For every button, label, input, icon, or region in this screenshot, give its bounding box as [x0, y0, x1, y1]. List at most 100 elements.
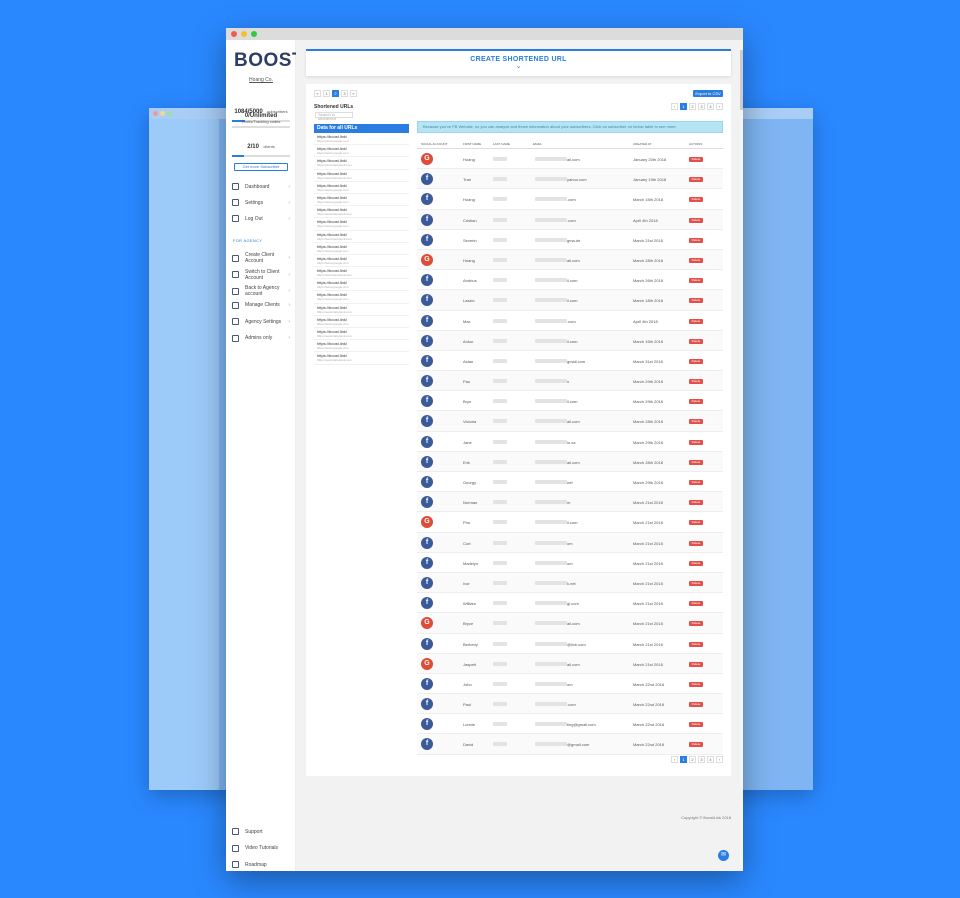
table-row[interactable]: f Madelyn om March 21st 2018 Delete — [417, 552, 723, 573]
nav-item-support[interactable]: Support — [232, 828, 292, 835]
url-list-item[interactable]: https://boost.link/https://www.facebook.… — [314, 352, 409, 365]
url-list-item[interactable]: https://boost.link/https://www.facebook.… — [314, 267, 409, 280]
url-list-item[interactable]: https://boost.link/https://www.google.co… — [314, 243, 409, 255]
url-list-item[interactable]: https://boost.link/https://www.facebook.… — [314, 157, 409, 170]
delete-button[interactable]: Delete — [689, 560, 703, 566]
close-dot[interactable] — [231, 31, 237, 37]
table-row[interactable]: f Pau n March 29th 2018 Delete — [417, 371, 723, 392]
nav-item-admins-only[interactable]: Admins only › — [232, 334, 292, 342]
delete-button[interactable]: Delete — [689, 661, 703, 667]
nav-item-back-to-agency-account[interactable]: Back to Agency account › — [232, 285, 292, 297]
page-1-button[interactable]: 1 — [680, 103, 687, 110]
nav-item-video-tutorials[interactable]: Video Tutorials — [232, 844, 292, 852]
url-list-item[interactable]: https://boost.link/https://www.facebook.… — [314, 304, 409, 316]
nav-item-agency-settings[interactable]: Agency Settings › — [232, 318, 292, 325]
table-row[interactable]: f Lonnie ting@gmail.com March 22nd 2018 Dele… — [417, 714, 723, 735]
delete-button[interactable]: Delete — [689, 722, 703, 728]
url-list-item[interactable]: https://boost.link/https://www.facebook.… — [314, 206, 409, 219]
url-list-item[interactable]: https://boost.link/https://www.facebook.… — [314, 170, 409, 182]
delete-button[interactable]: Delete — [689, 681, 703, 687]
table-row[interactable]: G Jaspett ail.com March 21st 2018 Delete — [417, 653, 723, 674]
delete-button[interactable]: Delete — [689, 580, 703, 586]
data-for-all-urls[interactable]: Data for all URLs — [314, 124, 409, 133]
delete-button[interactable]: Delete — [689, 641, 703, 647]
table-row[interactable]: f Norman m March 21st 2018 Delete — [417, 492, 723, 513]
url-list-item[interactable]: https://boost.link/https://www.facebook.… — [314, 328, 409, 341]
minimize-dot[interactable] — [241, 31, 247, 37]
table-row[interactable]: f Cristian .com April 4th 2018 Delete — [417, 209, 723, 230]
table-row[interactable]: f Erik ail.com March 28th 2018 Delete — [417, 451, 723, 472]
table-row[interactable]: f Severin gma.de March 21st 2018 Delete — [417, 229, 723, 250]
delete-button[interactable]: Delete — [689, 742, 703, 748]
table-row[interactable]: G Hoang ail.com March 28th 2018 Delete — [417, 249, 723, 271]
nav-item-create-client-account[interactable]: Create Client Account › — [232, 252, 292, 264]
page-next-button[interactable]: › — [716, 756, 723, 763]
export-to-csv-button[interactable]: Export to CSV — [693, 90, 723, 97]
table-row[interactable]: G Phu il.com March 21st 2018 Delete — [417, 512, 723, 533]
url-list-item[interactable]: https://boost.link/https://www.google.co… — [314, 194, 409, 207]
url-list-item[interactable]: https://boost.link/https://www.google.co… — [314, 316, 409, 328]
delete-button[interactable]: Delete — [689, 540, 703, 546]
nav-item-switch-to-client-account[interactable]: Switch to Client Account › — [232, 269, 292, 281]
delete-button[interactable]: Delete — [689, 480, 703, 485]
table-row[interactable]: f Victoria ail.com March 28th 2018 Delete — [417, 411, 723, 432]
scrollbar[interactable] — [740, 40, 743, 871]
nav-item-settings[interactable]: Settings › — [232, 199, 292, 206]
table-row[interactable]: f Curt om March 21st 2018 Delete — [417, 532, 723, 553]
table-row[interactable]: f Hoang .com March 15th 2018 Delete — [417, 189, 723, 210]
delete-button[interactable]: Delete — [689, 459, 703, 465]
page-3-button[interactable]: 3 — [698, 756, 705, 763]
delete-button[interactable]: Delete — [689, 520, 703, 526]
table-row[interactable]: G Hoang ail.com January 20th 2018 Delete — [417, 149, 723, 170]
page-prev-button[interactable]: ‹ — [671, 756, 678, 763]
url-list-item[interactable]: https://boost.link/https://www.google.co… — [314, 145, 409, 158]
delete-button[interactable]: Delete — [689, 358, 703, 364]
url-list-item[interactable]: https://boost.link/https://www.google.co… — [314, 340, 409, 353]
table-row[interactable]: f Georgy net March 29th 2018 Delete — [417, 472, 723, 493]
delete-button[interactable]: Delete — [689, 257, 703, 263]
messenger-icon[interactable]: ✉ — [718, 850, 729, 861]
get-more-subscriber-button[interactable]: Get more Subscriber — [234, 163, 288, 171]
table-row[interactable]: f Paul .com March 22nd 2018 Delete — [417, 694, 723, 715]
table-row[interactable]: f Ivor k.net March 21st 2018 Delete — [417, 572, 723, 594]
delete-button[interactable]: Delete — [689, 338, 703, 344]
url-list-item[interactable]: https://boost.link/https://www.google.co… — [314, 279, 409, 292]
table-row[interactable]: f Laszlo il.com March 18th 2018 Delete — [417, 290, 723, 311]
page-4-button[interactable]: 4 — [707, 756, 714, 763]
url-list-item[interactable]: https://boost.link/https://www.google.co… — [314, 218, 409, 231]
nav-item-dashboard[interactable]: Dashboard › — [232, 183, 292, 190]
table-row[interactable]: f Andrius il.com March 26th 2018 Delete — [417, 270, 723, 291]
company-name[interactable]: Hoang Co. — [226, 77, 296, 83]
table-row[interactable]: f Aidan gmail.com March 31st 2018 Delete — [417, 350, 723, 372]
nav-item-manage-clients[interactable]: Manage Clients › — [232, 301, 292, 309]
delete-button[interactable]: Delete — [689, 177, 703, 183]
table-row[interactable]: f William gl.com March 21st 2018 Delete — [417, 593, 723, 614]
page-2-button[interactable]: 2 — [689, 756, 696, 763]
delete-button[interactable]: Delete — [689, 419, 703, 425]
table-row[interactable]: f Jane io.ca March 29th 2018 Delete — [417, 431, 723, 452]
table-row[interactable]: f Ankur il.com March 16th 2018 Delete — [417, 330, 723, 351]
delete-button[interactable]: Delete — [689, 157, 703, 162]
url-list-item[interactable]: https://boost.link/https://www.google.co… — [314, 291, 409, 304]
delete-button[interactable]: Delete — [689, 601, 703, 607]
table-row[interactable]: f Tran yahoo.com January 19th 2018 Delete — [417, 169, 723, 190]
delete-button[interactable]: Delete — [689, 197, 703, 203]
delete-button[interactable]: Delete — [689, 399, 703, 405]
page-prev-button[interactable]: ‹ — [671, 103, 678, 110]
nav-item-roadmap[interactable]: Roadmap — [232, 861, 292, 868]
chevron-down-icon[interactable]: ⌄ — [306, 63, 731, 70]
delete-button[interactable]: Delete — [689, 621, 703, 627]
url-list-item[interactable]: https://boost.link/https://www.google.co… — [314, 182, 409, 194]
delete-button[interactable]: Delete — [689, 217, 703, 223]
table-row[interactable]: G Bryce ail.com March 21st 2018 Delete — [417, 613, 723, 634]
page-1-button[interactable]: 1 — [680, 756, 687, 763]
scrollbar-thumb[interactable] — [740, 50, 743, 110]
delete-button[interactable]: Delete — [689, 500, 703, 506]
page-2-button[interactable]: 2 — [689, 103, 696, 110]
url-search-input[interactable]: Search in shortened — [315, 112, 353, 121]
table-row[interactable]: f Bryn il.com March 29th 2018 Delete — [417, 391, 723, 412]
page-prev-button[interactable]: « — [314, 90, 321, 97]
table-row[interactable]: f Max .com April 4th 2018 Delete — [417, 310, 723, 331]
url-list-item[interactable]: https://boost.link/https://www.facebook.… — [314, 231, 409, 243]
zoom-dot[interactable] — [251, 31, 257, 37]
